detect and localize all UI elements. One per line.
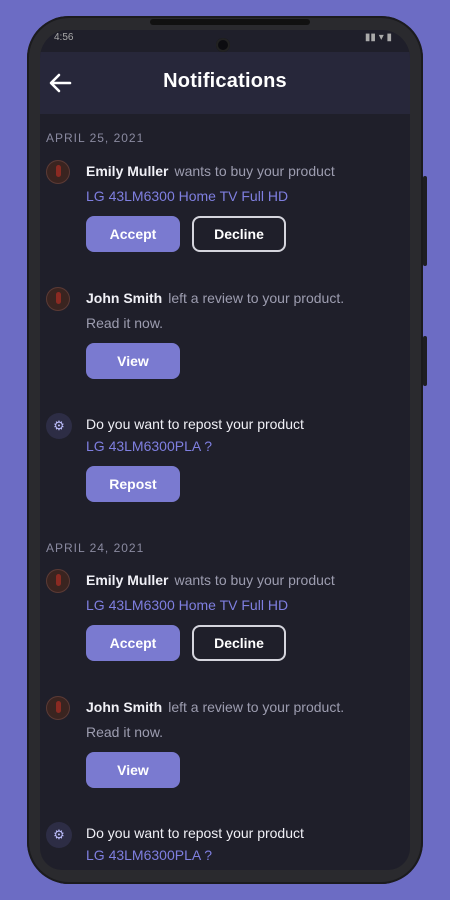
notification-text: John Smith left a review to your product.	[86, 699, 344, 715]
notification-purchase: Emily Muller wants to buy your product LG…	[46, 569, 386, 679]
status-icons: ▮▮ ▾ ▮	[364, 32, 392, 43]
product-link[interactable]: LG 43LM6300PLA ?	[86, 847, 212, 863]
repost-button[interactable]: Repost	[86, 466, 180, 502]
date-header: APRIL 25, 2021	[46, 131, 145, 145]
notification-review: John Smith left a review to your product.…	[46, 287, 386, 397]
screen: 4:56 ▮▮ ▾ ▮ Notifications APRIL 25, 2021…	[40, 30, 410, 870]
message-subtext: Read it now.	[86, 315, 164, 331]
decline-button[interactable]: Decline	[192, 625, 286, 661]
app-bar: Notifications	[40, 52, 410, 114]
accept-button[interactable]: Accept	[86, 625, 180, 661]
status-time: 4:56	[54, 32, 74, 43]
notification-purchase: Emily Muller wants to buy your product LG…	[46, 160, 386, 270]
power-button	[423, 336, 427, 386]
avatar	[46, 569, 70, 593]
user-name: Emily Muller	[86, 572, 169, 588]
message-text: left a review to your product.	[168, 699, 345, 715]
gear-icon: ⚙	[46, 822, 72, 848]
notification-repost: ⚙ Do you want to repost your product LG …	[46, 822, 386, 870]
product-link[interactable]: LG 43LM6300 Home TV Full HD	[86, 188, 288, 204]
user-name: John Smith	[86, 290, 163, 306]
notification-text: Emily Muller wants to buy your product	[86, 572, 335, 588]
notification-text: Emily Muller wants to buy your product	[86, 163, 335, 179]
page-title: Notifications	[163, 70, 287, 92]
message-text: Do you want to repost your product	[86, 825, 304, 841]
notification-list: APRIL 25, 2021 Emily Muller wants to buy …	[40, 114, 410, 870]
message-text: left a review to your product.	[168, 290, 345, 306]
speaker-grille	[150, 19, 310, 25]
avatar	[46, 160, 70, 184]
product-link[interactable]: LG 43LM6300 Home TV Full HD	[86, 597, 288, 613]
date-header: APRIL 24, 2021	[46, 541, 145, 555]
accept-button[interactable]: Accept	[86, 216, 180, 252]
message-text: wants to buy your product	[174, 572, 335, 588]
message-text: Do you want to repost your product	[86, 416, 304, 432]
view-button[interactable]: View	[86, 752, 180, 788]
message-text: wants to buy your product	[174, 163, 335, 179]
user-name: Emily Muller	[86, 163, 169, 179]
product-link[interactable]: LG 43LM6300PLA ?	[86, 438, 212, 454]
avatar	[46, 696, 70, 720]
avatar	[46, 287, 70, 311]
notification-text: John Smith left a review to your product.	[86, 290, 344, 306]
volume-button	[423, 176, 427, 266]
notification-review: John Smith left a review to your product.…	[46, 696, 386, 806]
decline-button[interactable]: Decline	[192, 216, 286, 252]
message-subtext: Read it now.	[86, 724, 164, 740]
gear-icon: ⚙	[46, 413, 72, 439]
view-button[interactable]: View	[86, 343, 180, 379]
user-name: John Smith	[86, 699, 163, 715]
notification-repost: ⚙ Do you want to repost your product LG …	[46, 413, 386, 523]
front-camera	[216, 38, 230, 52]
